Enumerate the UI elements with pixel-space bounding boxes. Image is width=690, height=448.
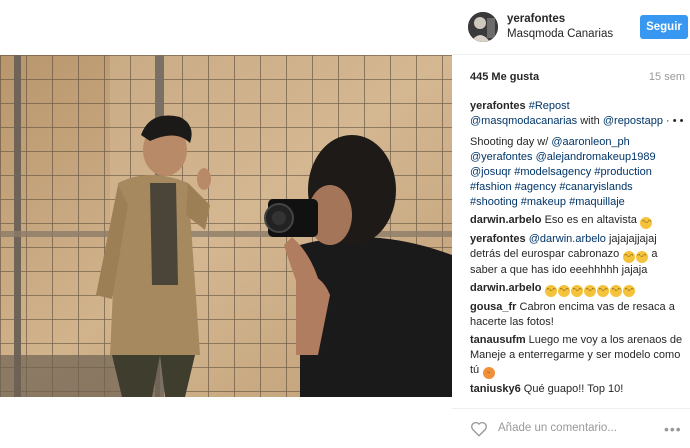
post-author-username[interactable]: yerafontes — [507, 13, 565, 25]
more-options-icon[interactable]: ••• — [664, 421, 682, 437]
comment-username[interactable]: tanausufm — [470, 334, 526, 346]
follow-button[interactable]: Seguir — [640, 15, 688, 39]
laughing-emoji-icon: ᵔᵕᵔ — [635, 251, 648, 263]
comment-mention[interactable]: @darwin.arbelo — [529, 233, 606, 245]
comment-item: tanausufm Luego me voy a los arenaos de … — [470, 333, 685, 379]
tongue-emoji-icon: ᵕ — [482, 367, 495, 379]
laughing-emoji-icon: ᵔᵕᵔ — [558, 285, 571, 297]
mention-alejandromakeup[interactable]: @alejandromakeup1989 — [536, 151, 656, 163]
comment-item: darwin.arbelo Eso es en altavista ᵔᵕᵔ — [470, 213, 685, 229]
hashtag-agency[interactable]: #agency — [515, 181, 557, 193]
comment-text: Qué guapo!! Top 10! — [520, 383, 624, 395]
laughing-emoji-icon: ᵔᵕᵔ — [622, 251, 635, 263]
mention-repostapp[interactable]: @repostapp — [603, 115, 663, 127]
comment-input[interactable] — [498, 420, 638, 436]
comment-username[interactable]: darwin.arbelo — [470, 282, 542, 294]
laughing-emoji-icon: ᵔᵕᵔ — [597, 285, 610, 297]
heart-icon[interactable] — [470, 420, 488, 438]
post-time[interactable]: 15 sem — [649, 71, 685, 83]
caption: yerafontes #Repost @masqmodacanarias wit… — [470, 99, 685, 210]
comment-item: taniusky6 Qué guapo!! Top 10! — [470, 382, 685, 397]
comments-list: yerafontes #Repost @masqmodacanarias wit… — [470, 99, 685, 398]
photo-illustration — [0, 55, 452, 397]
laughing-emoji-icon: ᵔᵕᵔ — [584, 285, 597, 297]
mention-masqmodacanarias[interactable]: @masqmodacanarias — [470, 115, 577, 127]
laughing-emoji-icon: ᵔᵕᵔ — [610, 285, 623, 297]
mention-aaronleon[interactable]: @aaronleon_ph — [551, 136, 629, 148]
comment-text: Eso es en altavista — [541, 214, 637, 226]
post-photo[interactable] — [0, 55, 452, 397]
caption-text: Shooting day w/ — [470, 136, 552, 148]
laughing-emoji-icon: ᵔᵕᵔ — [545, 285, 558, 297]
hashtag-makeup[interactable]: #makeup — [521, 196, 566, 208]
comment-username[interactable]: darwin.arbelo — [470, 214, 542, 226]
post-header: yerafontes Masqmoda Canarias Seguir — [452, 0, 690, 55]
avatar[interactable] — [468, 12, 498, 42]
mention-josuqr[interactable]: @josuqr — [470, 166, 511, 178]
comment-username[interactable]: yerafontes — [470, 233, 526, 245]
likes-count[interactable]: 445 Me gusta — [470, 71, 539, 83]
post-location[interactable]: Masqmoda Canarias — [507, 28, 613, 40]
add-comment-bar: ••• — [452, 408, 690, 448]
hashtag-production[interactable]: #production — [594, 166, 652, 178]
mention-yerafontes[interactable]: @yerafontes — [470, 151, 533, 163]
post-side-panel: yerafontes Masqmoda Canarias Seguir 445 … — [452, 0, 690, 448]
repost-hashtag[interactable]: #Repost — [529, 100, 570, 112]
laughing-emoji-icon: ᵔᵕᵔ — [640, 217, 653, 229]
hashtag-fashion[interactable]: #fashion — [470, 181, 512, 193]
hashtag-modelsagency[interactable]: #modelsagency — [514, 166, 591, 178]
caption-dots: · • • — [662, 115, 684, 127]
comment-username[interactable]: gousa_fr — [470, 301, 516, 313]
likes-row: 445 Me gusta 15 sem — [470, 71, 685, 87]
caption-username[interactable]: yerafontes — [470, 100, 526, 112]
laughing-emoji-icon: ᵔᵕᵔ — [571, 285, 584, 297]
comment-item: yerafontes @darwin.arbelo jajajajjajaj d… — [470, 232, 685, 278]
comment-item: gousa_fr Cabron encima vas de resaca a h… — [470, 300, 685, 330]
caption-text: with — [577, 115, 603, 127]
hashtag-canaryislands[interactable]: #canaryislands — [559, 181, 632, 193]
comment-item: darwin.arbelo ᵔᵕᵔ ᵔᵕᵔ ᵔᵕᵔ ᵔᵕᵔ ᵔᵕᵔ ᵔᵕᵔ ᵔᵕᵔ — [470, 281, 685, 297]
hashtag-shooting[interactable]: #shooting — [470, 196, 518, 208]
hashtag-maquillaje[interactable]: #maquillaje — [569, 196, 625, 208]
laughing-emoji-icon: ᵔᵕᵔ — [623, 285, 636, 297]
comment-username[interactable]: taniusky6 — [470, 383, 521, 395]
